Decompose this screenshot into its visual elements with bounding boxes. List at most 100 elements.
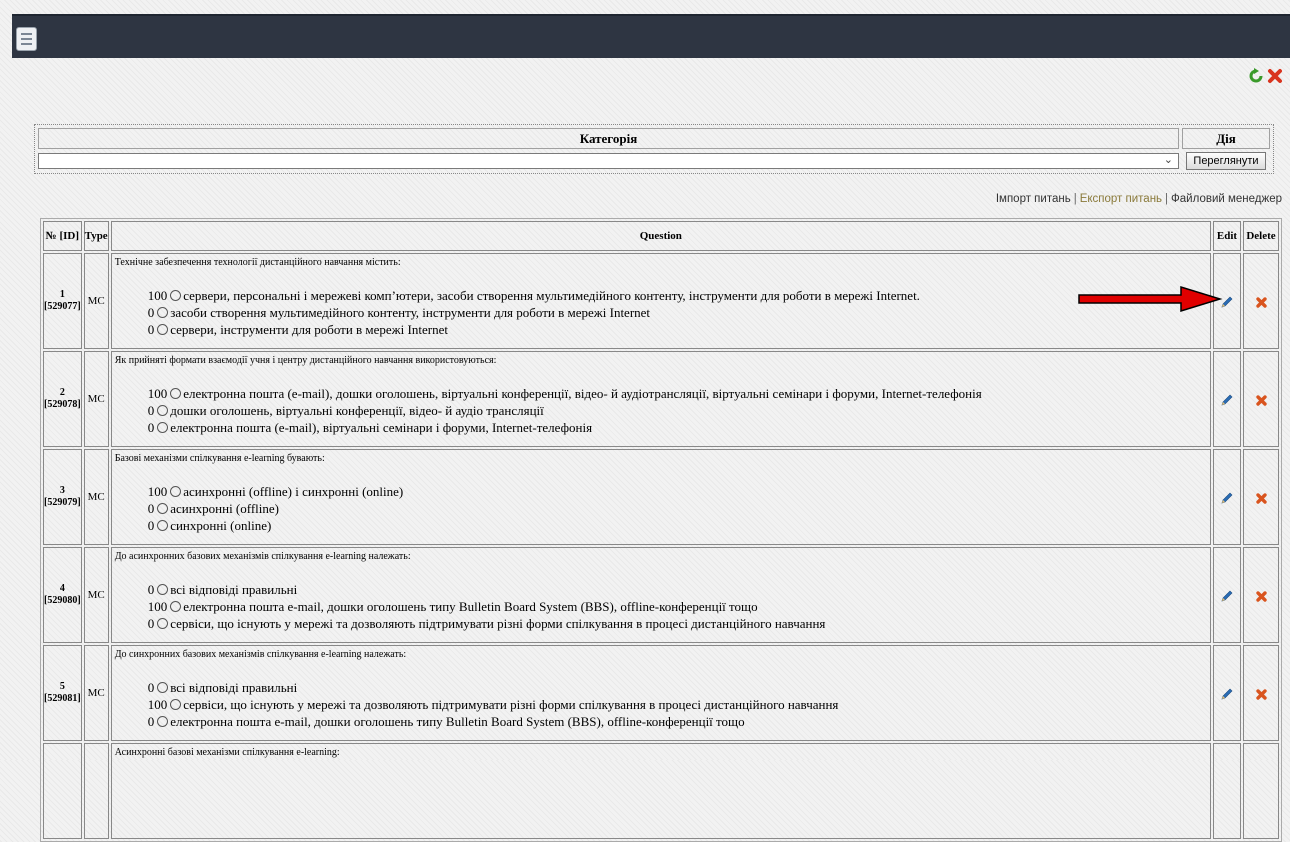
question-number: 3 bbox=[59, 485, 65, 496]
question-type: MC bbox=[83, 351, 109, 447]
question-text: Базові механізми спілкування e-learning … bbox=[114, 453, 325, 464]
question-cell: Технічне забезпечення технології дистанц… bbox=[110, 253, 1211, 349]
answer-option: 100 електронна пошта (e-mail), дошки огол… bbox=[148, 385, 1210, 402]
radio-button[interactable] bbox=[157, 503, 169, 514]
answer-score: 0 bbox=[147, 714, 155, 729]
number-header: № [ID] bbox=[43, 221, 82, 251]
menu-icon[interactable] bbox=[16, 27, 37, 51]
radio-button[interactable] bbox=[170, 699, 182, 710]
edit-cell bbox=[1213, 645, 1241, 741]
question-id: [529079] bbox=[44, 497, 81, 508]
delete-icon[interactable] bbox=[1255, 394, 1268, 407]
question-number: 5 bbox=[59, 681, 65, 692]
answer-text: електронна пошта e-mail, дошки оголошень… bbox=[183, 599, 758, 614]
edit-header: Edit bbox=[1213, 221, 1241, 251]
answer-text: засоби створення мультимедійного контент… bbox=[170, 305, 651, 320]
refresh-icon[interactable] bbox=[1248, 68, 1264, 84]
answer-score: 0 bbox=[147, 420, 155, 435]
pencil-icon[interactable] bbox=[1220, 589, 1234, 603]
answer-score: 0 bbox=[147, 582, 155, 597]
edit-cell bbox=[1213, 351, 1241, 447]
radio-button[interactable] bbox=[170, 486, 182, 497]
close-icon[interactable] bbox=[1267, 68, 1283, 84]
answer-option: 0 асинхронні (offline) bbox=[148, 500, 1210, 517]
file-manager-link[interactable]: Файловий менеджер bbox=[1171, 193, 1282, 205]
answer-option: 0 всі відповіді правильні bbox=[148, 679, 1210, 696]
answer-text: сервіси, що існують у мережі та дозволяю… bbox=[183, 697, 839, 712]
question-number: 4 bbox=[59, 583, 65, 594]
delete-cell bbox=[1243, 645, 1279, 741]
question-id: [529080] bbox=[44, 595, 81, 606]
answer-text: синхронні (online) bbox=[170, 518, 272, 533]
answer-text: асинхронні (offline) і синхронні (online… bbox=[183, 484, 404, 499]
answer-option: 0 сервери, інструменти для роботи в мереж… bbox=[148, 321, 1210, 338]
question-number-cell: 2 [529078] bbox=[43, 351, 82, 447]
question-cell: До синхронних базових механізмів спілкув… bbox=[110, 645, 1211, 741]
answer-score: 100 bbox=[147, 288, 168, 303]
pencil-icon[interactable] bbox=[1220, 491, 1234, 505]
answer-option: 100 сервіси, що існують у мережі та дозво… bbox=[148, 696, 1210, 713]
answer-option: 0 синхронні (online) bbox=[148, 517, 1210, 534]
type-header: Type bbox=[83, 221, 109, 251]
question-text: До синхронних базових механізмів спілкув… bbox=[114, 649, 407, 660]
radio-button[interactable] bbox=[157, 716, 169, 727]
export-questions-link[interactable]: Експорт питань bbox=[1080, 193, 1162, 205]
answer-option: 100 електронна пошта e-mail, дошки оголош… bbox=[148, 598, 1210, 615]
answer-text: електронна пошта (e-mail), дошки оголоше… bbox=[183, 386, 982, 401]
pencil-icon[interactable] bbox=[1220, 687, 1234, 701]
edit-cell bbox=[1213, 743, 1241, 839]
delete-icon[interactable] bbox=[1255, 590, 1268, 603]
answer-score: 100 bbox=[147, 599, 168, 614]
view-button[interactable]: Переглянути bbox=[1186, 152, 1266, 170]
answer-score: 0 bbox=[147, 518, 155, 533]
question-type: MC bbox=[83, 449, 109, 545]
answer-text: сервери, персональні і мережеві комп’юте… bbox=[183, 288, 920, 303]
question-cell: Як прийняті формати взаємодії учня і цен… bbox=[110, 351, 1211, 447]
action-header: Дія bbox=[1182, 128, 1270, 149]
chevron-down-icon: ⌄ bbox=[1163, 153, 1173, 166]
radio-button[interactable] bbox=[157, 682, 169, 693]
answer-score: 0 bbox=[147, 680, 155, 695]
question-text: Технічне забезпечення технології дистанц… bbox=[114, 257, 401, 268]
category-select[interactable]: ⌄ bbox=[38, 153, 1179, 169]
radio-button[interactable] bbox=[157, 520, 169, 531]
question-text: Асинхронні базові механізми спілкування … bbox=[114, 747, 340, 758]
question-type bbox=[83, 743, 109, 839]
top-bar bbox=[12, 14, 1290, 58]
delete-icon[interactable] bbox=[1255, 688, 1268, 701]
answer-option: 0 сервіси, що існують у мережі та дозволя… bbox=[148, 615, 1210, 632]
top-actions bbox=[1248, 68, 1284, 90]
radio-button[interactable] bbox=[157, 307, 169, 318]
delete-icon[interactable] bbox=[1255, 492, 1268, 505]
delete-cell bbox=[1243, 351, 1279, 447]
delete-cell bbox=[1243, 449, 1279, 545]
delete-header: Delete bbox=[1243, 221, 1279, 251]
answer-text: електронна пошта e-mail, дошки оголошень… bbox=[170, 714, 745, 729]
category-header: Категорія bbox=[38, 128, 1179, 149]
radio-button[interactable] bbox=[170, 388, 182, 399]
radio-button[interactable] bbox=[157, 422, 169, 433]
edit-cell bbox=[1213, 449, 1241, 545]
radio-button[interactable] bbox=[157, 584, 169, 595]
table-row: Асинхронні базові механізми спілкування … bbox=[43, 743, 1279, 839]
radio-button[interactable] bbox=[157, 405, 169, 416]
answer-text: всі відповіді правильні bbox=[170, 582, 298, 597]
pencil-icon[interactable] bbox=[1220, 393, 1234, 407]
import-questions-link[interactable]: Імпорт питань bbox=[996, 193, 1071, 205]
question-id: [529081] bbox=[44, 693, 81, 704]
question-id: [529078] bbox=[44, 399, 81, 410]
answer-list: 100 сервери, персональні і мережеві комп’… bbox=[112, 270, 1210, 338]
answer-option: 100 асинхронні (offline) і синхронні (onl… bbox=[148, 483, 1210, 500]
radio-button[interactable] bbox=[170, 290, 182, 301]
delete-icon[interactable] bbox=[1255, 296, 1268, 309]
question-type: MC bbox=[83, 253, 109, 349]
answer-option: 0 електронна пошта e-mail, дошки оголошен… bbox=[148, 713, 1210, 730]
radio-button[interactable] bbox=[170, 601, 182, 612]
table-row: 4 [529080] MC До асинхронних базових механі… bbox=[43, 547, 1279, 643]
answer-score: 100 bbox=[147, 697, 168, 712]
question-number-cell: 1 [529077] bbox=[43, 253, 82, 349]
radio-button[interactable] bbox=[157, 324, 169, 335]
question-cell: Асинхронні базові механізми спілкування … bbox=[110, 743, 1211, 839]
answer-option: 0 всі відповіді правильні bbox=[148, 581, 1210, 598]
radio-button[interactable] bbox=[157, 618, 169, 629]
